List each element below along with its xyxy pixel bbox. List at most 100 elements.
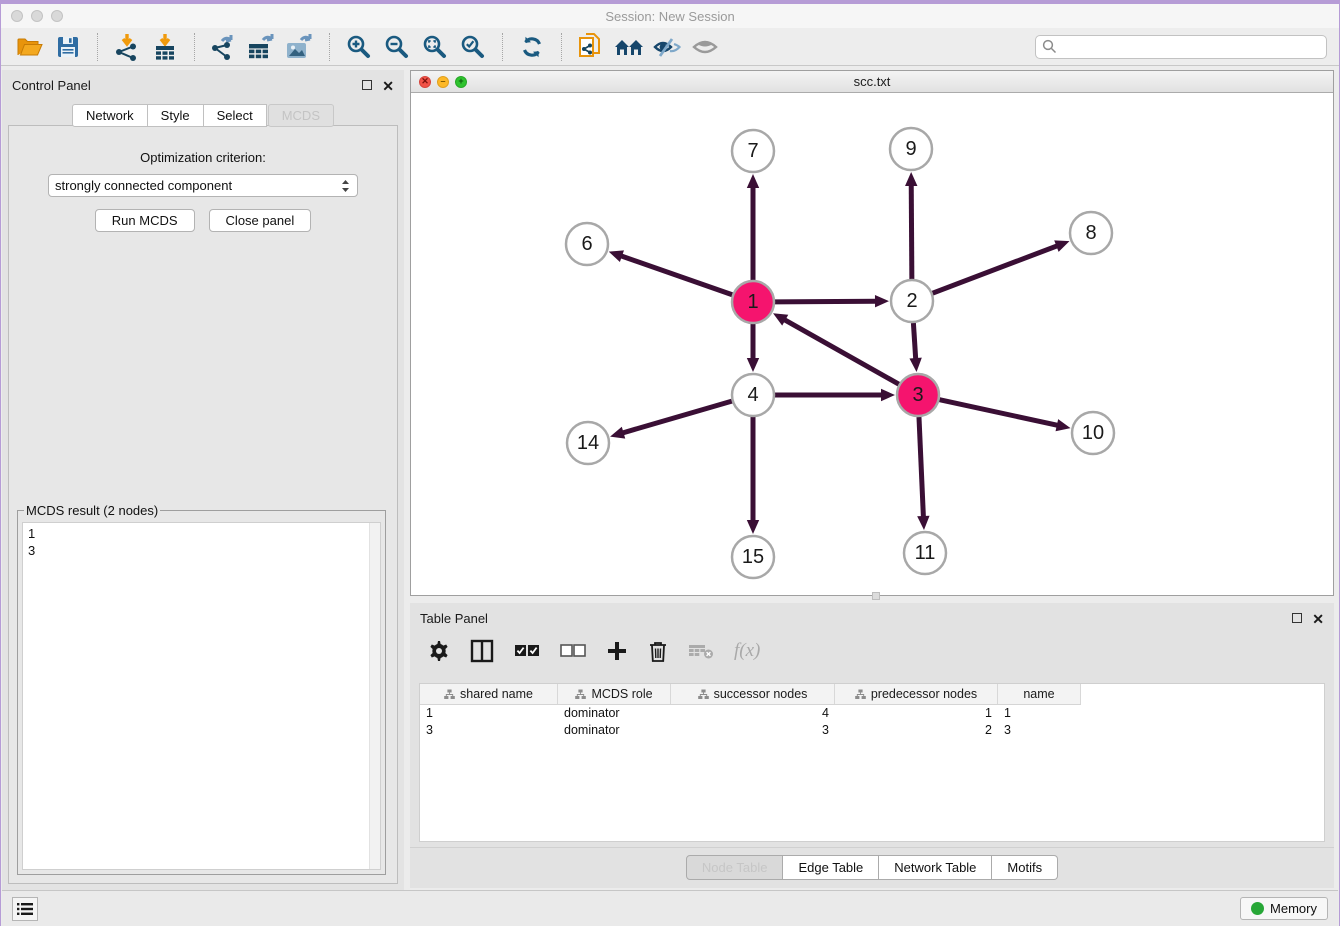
select-all-columns-button[interactable] [514, 644, 540, 658]
import-network-button[interactable] [110, 32, 144, 62]
arrowhead-2-to-3 [909, 358, 921, 372]
delete-column-button[interactable] [648, 640, 668, 663]
deselect-all-columns-button[interactable] [560, 644, 586, 658]
memory-status-icon [1251, 902, 1264, 915]
split-view-button[interactable] [470, 639, 494, 663]
tab-select[interactable]: Select [204, 104, 267, 127]
network-graph[interactable]: 7 9 6 8 1 2 4 3 14 10 15 11 [411, 93, 1337, 595]
delete-table-icon [688, 642, 714, 660]
edge-1-to-6[interactable] [620, 256, 732, 295]
cell-shared-name[interactable]: 3 [420, 722, 558, 739]
tab-network-table[interactable]: Network Table [879, 855, 992, 880]
edge-2-to-3[interactable] [913, 323, 915, 360]
graph-node-10[interactable]: 10 [1072, 412, 1114, 454]
float-panel-icon[interactable] [1292, 613, 1302, 624]
edge-3-to-1[interactable] [783, 319, 898, 384]
column-type-icon [855, 689, 866, 700]
tab-style[interactable]: Style [148, 104, 204, 127]
toolbar-separator [561, 33, 562, 61]
search-input[interactable] [1035, 35, 1327, 59]
cell-shared-name[interactable]: 1 [420, 705, 558, 722]
cell-predecessor-nodes[interactable]: 2 [835, 722, 998, 739]
criterion-selected-value: strongly connected component [55, 178, 340, 193]
mcds-result-text[interactable]: 13 [22, 522, 381, 870]
import-table-icon [152, 33, 178, 61]
run-mcds-button[interactable]: Run MCDS [95, 209, 195, 232]
float-panel-icon[interactable] [362, 80, 372, 91]
save-session-button[interactable] [51, 32, 85, 62]
zoom-out-button[interactable] [380, 32, 414, 62]
svg-text:11: 11 [915, 542, 936, 564]
column-header-MCDS-role[interactable]: MCDS role [558, 684, 671, 704]
table-row[interactable]: 1dominator411 [420, 705, 1081, 722]
graph-node-7[interactable]: 7 [732, 130, 774, 172]
task-history-button[interactable] [12, 897, 38, 921]
show-all-button[interactable] [688, 32, 722, 62]
criterion-select[interactable]: strongly connected component [48, 174, 358, 197]
graph-node-8[interactable]: 8 [1070, 212, 1112, 254]
cell-predecessor-nodes[interactable]: 1 [835, 705, 998, 722]
network-canvas[interactable]: 7 9 6 8 1 2 4 3 14 10 15 11 [411, 93, 1333, 595]
column-header-shared-name[interactable]: shared name [420, 684, 558, 704]
export-image-button[interactable] [283, 32, 317, 62]
tab-node-table[interactable]: Node Table [686, 855, 784, 880]
graph-node-14[interactable]: 14 [567, 422, 609, 464]
settings-button[interactable] [428, 640, 450, 662]
table-row[interactable]: 3dominator323 [420, 722, 1081, 739]
refresh-layout-button[interactable] [515, 32, 549, 62]
close-panel-button[interactable]: Close panel [209, 209, 312, 232]
column-header-name[interactable]: name [998, 684, 1081, 704]
import-table-button[interactable] [148, 32, 182, 62]
delete-table-button[interactable] [688, 642, 714, 660]
result-scrollbar[interactable] [369, 523, 380, 869]
column-header-predecessor-nodes[interactable]: predecessor nodes [835, 684, 998, 704]
hide-selected-button[interactable] [650, 32, 684, 62]
tab-motifs[interactable]: Motifs [992, 855, 1058, 880]
node-table[interactable]: shared nameMCDS rolesuccessor nodesprede… [419, 683, 1325, 842]
tab-network[interactable]: Network [72, 104, 148, 127]
graph-node-6[interactable]: 6 [566, 223, 608, 265]
open-session-button[interactable] [13, 32, 47, 62]
cell-MCDS-role[interactable]: dominator [558, 705, 671, 722]
graph-node-4[interactable]: 4 [732, 374, 774, 416]
cell-MCDS-role[interactable]: dominator [558, 722, 671, 739]
edge-1-to-2[interactable] [775, 301, 877, 302]
svg-text:8: 8 [1085, 222, 1096, 244]
edge-4-to-14[interactable] [622, 401, 732, 433]
memory-button[interactable]: Memory [1240, 897, 1328, 920]
tab-edge-table[interactable]: Edge Table [783, 855, 879, 880]
function-builder-button[interactable]: f(x) [734, 640, 760, 662]
graph-node-2[interactable]: 2 [891, 280, 933, 322]
close-panel-icon[interactable]: ✕ [382, 81, 394, 91]
graph-node-9[interactable]: 9 [890, 128, 932, 170]
home-view-button[interactable] [612, 32, 646, 62]
zoom-in-button[interactable] [342, 32, 376, 62]
toolbar-separator [329, 33, 330, 61]
column-header-successor-nodes[interactable]: successor nodes [671, 684, 835, 704]
tab-mcds[interactable]: MCDS [268, 104, 334, 127]
graph-node-15[interactable]: 15 [732, 536, 774, 578]
edge-2-to-8[interactable] [933, 245, 1059, 293]
cell-name[interactable]: 1 [998, 705, 1081, 722]
edge-2-to-9[interactable] [911, 184, 912, 279]
graph-node-11[interactable]: 11 [904, 532, 946, 574]
duplicate-network-button[interactable] [574, 32, 608, 62]
add-column-button[interactable] [606, 640, 628, 662]
graph-node-3[interactable]: 3 [897, 374, 939, 416]
cell-successor-nodes[interactable]: 3 [671, 722, 835, 739]
export-network-button[interactable] [207, 32, 241, 62]
cell-name[interactable]: 3 [998, 722, 1081, 739]
graph-node-1[interactable]: 1 [732, 281, 774, 323]
window-resize-handle[interactable] [872, 592, 880, 600]
export-table-button[interactable] [245, 32, 279, 62]
edge-3-to-10[interactable] [939, 400, 1058, 426]
zoom-selected-button[interactable] [456, 32, 490, 62]
svg-text:7: 7 [747, 140, 758, 162]
zoom-fit-button[interactable] [418, 32, 452, 62]
save-floppy-icon [56, 35, 80, 59]
toolbar-separator [502, 33, 503, 61]
edge-3-to-11[interactable] [919, 417, 923, 518]
cell-successor-nodes[interactable]: 4 [671, 705, 835, 722]
close-panel-icon[interactable]: ✕ [1312, 614, 1324, 624]
svg-text:9: 9 [905, 138, 916, 160]
